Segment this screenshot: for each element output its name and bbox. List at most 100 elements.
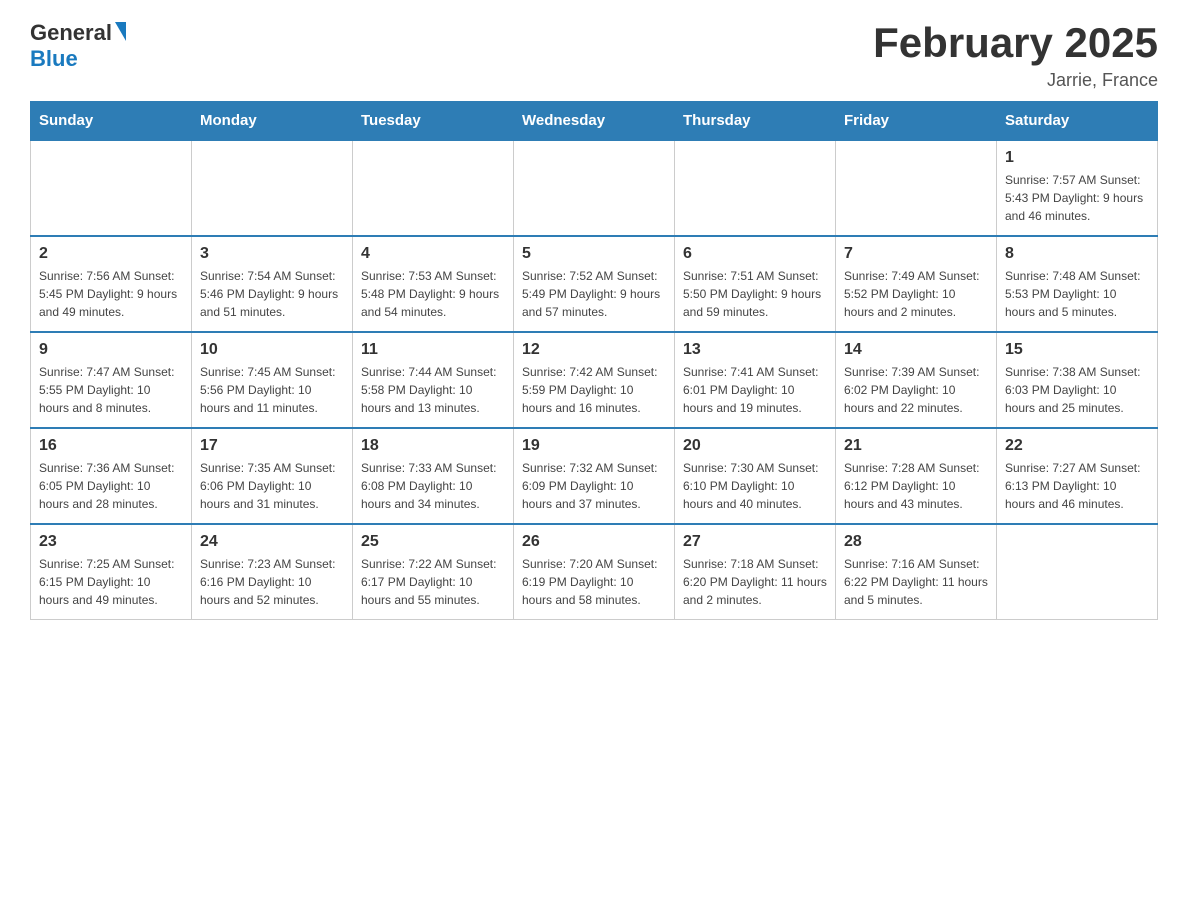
day-number: 7 <box>844 245 988 263</box>
day-info: Sunrise: 7:54 AM Sunset: 5:46 PM Dayligh… <box>200 267 344 321</box>
calendar-cell: 3 Sunrise: 7:54 AM Sunset: 5:46 PM Daylig… <box>192 236 353 332</box>
calendar-cell: 10 Sunrise: 7:45 AM Sunset: 5:56 PM Dayli… <box>192 332 353 428</box>
day-number: 15 <box>1005 341 1149 359</box>
calendar-day-header: Monday <box>192 102 353 141</box>
day-number: 3 <box>200 245 344 263</box>
day-info: Sunrise: 7:28 AM Sunset: 6:12 PM Dayligh… <box>844 459 988 513</box>
calendar-cell: 6 Sunrise: 7:51 AM Sunset: 5:50 PM Daylig… <box>675 236 836 332</box>
calendar-cell: 1 Sunrise: 7:57 AM Sunset: 5:43 PM Daylig… <box>997 140 1158 236</box>
calendar-cell <box>836 140 997 236</box>
day-number: 4 <box>361 245 505 263</box>
calendar-day-header: Saturday <box>997 102 1158 141</box>
day-number: 28 <box>844 533 988 551</box>
calendar-day-header: Friday <box>836 102 997 141</box>
calendar-week-row: 23Sunrise: 7:25 AM Sunset: 6:15 PM Dayli… <box>31 524 1158 620</box>
calendar-cell: 8 Sunrise: 7:48 AM Sunset: 5:53 PM Daylig… <box>997 236 1158 332</box>
calendar-body: 1 Sunrise: 7:57 AM Sunset: 5:43 PM Daylig… <box>31 140 1158 620</box>
calendar-cell: 25Sunrise: 7:22 AM Sunset: 6:17 PM Dayli… <box>353 524 514 620</box>
day-info: Sunrise: 7:42 AM Sunset: 5:59 PM Dayligh… <box>522 363 666 417</box>
day-info: Sunrise: 7:44 AM Sunset: 5:58 PM Dayligh… <box>361 363 505 417</box>
calendar-cell: 21Sunrise: 7:28 AM Sunset: 6:12 PM Dayli… <box>836 428 997 524</box>
calendar-day-header: Tuesday <box>353 102 514 141</box>
logo: General Blue <box>30 20 126 72</box>
day-info: Sunrise: 7:27 AM Sunset: 6:13 PM Dayligh… <box>1005 459 1149 513</box>
day-info: Sunrise: 7:33 AM Sunset: 6:08 PM Dayligh… <box>361 459 505 513</box>
day-info: Sunrise: 7:25 AM Sunset: 6:15 PM Dayligh… <box>39 555 183 609</box>
day-info: Sunrise: 7:57 AM Sunset: 5:43 PM Dayligh… <box>1005 171 1149 225</box>
day-info: Sunrise: 7:23 AM Sunset: 6:16 PM Dayligh… <box>200 555 344 609</box>
calendar-cell: 12 Sunrise: 7:42 AM Sunset: 5:59 PM Dayli… <box>514 332 675 428</box>
day-info: Sunrise: 7:30 AM Sunset: 6:10 PM Dayligh… <box>683 459 827 513</box>
day-number: 2 <box>39 245 183 263</box>
day-number: 20 <box>683 437 827 455</box>
day-number: 26 <box>522 533 666 551</box>
day-number: 5 <box>522 245 666 263</box>
calendar-cell <box>997 524 1158 620</box>
calendar-week-row: 16 Sunrise: 7:36 AM Sunset: 6:05 PM Dayli… <box>31 428 1158 524</box>
day-number: 8 <box>1005 245 1149 263</box>
day-number: 16 <box>39 437 183 455</box>
day-number: 6 <box>683 245 827 263</box>
day-number: 1 <box>1005 149 1149 167</box>
day-info: Sunrise: 7:53 AM Sunset: 5:48 PM Dayligh… <box>361 267 505 321</box>
day-number: 14 <box>844 341 988 359</box>
day-info: Sunrise: 7:45 AM Sunset: 5:56 PM Dayligh… <box>200 363 344 417</box>
logo-arrow-icon <box>115 22 126 41</box>
day-number: 24 <box>200 533 344 551</box>
calendar-cell <box>353 140 514 236</box>
calendar-day-header: Wednesday <box>514 102 675 141</box>
day-info: Sunrise: 7:52 AM Sunset: 5:49 PM Dayligh… <box>522 267 666 321</box>
day-info: Sunrise: 7:47 AM Sunset: 5:55 PM Dayligh… <box>39 363 183 417</box>
day-info: Sunrise: 7:20 AM Sunset: 6:19 PM Dayligh… <box>522 555 666 609</box>
calendar-cell: 4 Sunrise: 7:53 AM Sunset: 5:48 PM Daylig… <box>353 236 514 332</box>
calendar-cell: 7 Sunrise: 7:49 AM Sunset: 5:52 PM Daylig… <box>836 236 997 332</box>
calendar-week-row: 2Sunrise: 7:56 AM Sunset: 5:45 PM Daylig… <box>31 236 1158 332</box>
location-text: Jarrie, France <box>873 70 1158 91</box>
page-header: General Blue February 2025 Jarrie, Franc… <box>30 20 1158 91</box>
day-info: Sunrise: 7:22 AM Sunset: 6:17 PM Dayligh… <box>361 555 505 609</box>
calendar-cell: 17Sunrise: 7:35 AM Sunset: 6:06 PM Dayli… <box>192 428 353 524</box>
day-number: 13 <box>683 341 827 359</box>
calendar-cell: 28Sunrise: 7:16 AM Sunset: 6:22 PM Dayli… <box>836 524 997 620</box>
day-number: 19 <box>522 437 666 455</box>
calendar-header-row: SundayMondayTuesdayWednesdayThursdayFrid… <box>31 102 1158 141</box>
title-section: February 2025 Jarrie, France <box>873 20 1158 91</box>
calendar-cell: 27 Sunrise: 7:18 AM Sunset: 6:20 PM Dayli… <box>675 524 836 620</box>
calendar-header: SundayMondayTuesdayWednesdayThursdayFrid… <box>31 102 1158 141</box>
calendar-cell: 16 Sunrise: 7:36 AM Sunset: 6:05 PM Dayli… <box>31 428 192 524</box>
calendar-cell <box>675 140 836 236</box>
calendar-cell: 24 Sunrise: 7:23 AM Sunset: 6:16 PM Dayli… <box>192 524 353 620</box>
day-info: Sunrise: 7:49 AM Sunset: 5:52 PM Dayligh… <box>844 267 988 321</box>
day-info: Sunrise: 7:51 AM Sunset: 5:50 PM Dayligh… <box>683 267 827 321</box>
day-number: 17 <box>200 437 344 455</box>
calendar-cell: 11 Sunrise: 7:44 AM Sunset: 5:58 PM Dayli… <box>353 332 514 428</box>
calendar-day-header: Thursday <box>675 102 836 141</box>
calendar-cell: 13Sunrise: 7:41 AM Sunset: 6:01 PM Dayli… <box>675 332 836 428</box>
calendar-cell: 22 Sunrise: 7:27 AM Sunset: 6:13 PM Dayli… <box>997 428 1158 524</box>
calendar-cell: 23Sunrise: 7:25 AM Sunset: 6:15 PM Dayli… <box>31 524 192 620</box>
day-number: 12 <box>522 341 666 359</box>
calendar-cell: 20 Sunrise: 7:30 AM Sunset: 6:10 PM Dayli… <box>675 428 836 524</box>
day-info: Sunrise: 7:36 AM Sunset: 6:05 PM Dayligh… <box>39 459 183 513</box>
day-info: Sunrise: 7:48 AM Sunset: 5:53 PM Dayligh… <box>1005 267 1149 321</box>
calendar-cell: 5 Sunrise: 7:52 AM Sunset: 5:49 PM Daylig… <box>514 236 675 332</box>
calendar-week-row: 9 Sunrise: 7:47 AM Sunset: 5:55 PM Daylig… <box>31 332 1158 428</box>
logo-general-text: General <box>30 20 112 46</box>
day-number: 18 <box>361 437 505 455</box>
calendar-cell: 2Sunrise: 7:56 AM Sunset: 5:45 PM Daylig… <box>31 236 192 332</box>
day-number: 11 <box>361 341 505 359</box>
day-info: Sunrise: 7:39 AM Sunset: 6:02 PM Dayligh… <box>844 363 988 417</box>
day-number: 10 <box>200 341 344 359</box>
day-info: Sunrise: 7:18 AM Sunset: 6:20 PM Dayligh… <box>683 555 827 609</box>
calendar-cell: 18 Sunrise: 7:33 AM Sunset: 6:08 PM Dayli… <box>353 428 514 524</box>
calendar-day-header: Sunday <box>31 102 192 141</box>
calendar-cell <box>514 140 675 236</box>
day-number: 27 <box>683 533 827 551</box>
day-number: 9 <box>39 341 183 359</box>
month-title: February 2025 <box>873 20 1158 66</box>
calendar-cell <box>192 140 353 236</box>
day-number: 22 <box>1005 437 1149 455</box>
calendar-table: SundayMondayTuesdayWednesdayThursdayFrid… <box>30 101 1158 620</box>
logo-blue-text: Blue <box>30 46 78 71</box>
day-info: Sunrise: 7:38 AM Sunset: 6:03 PM Dayligh… <box>1005 363 1149 417</box>
